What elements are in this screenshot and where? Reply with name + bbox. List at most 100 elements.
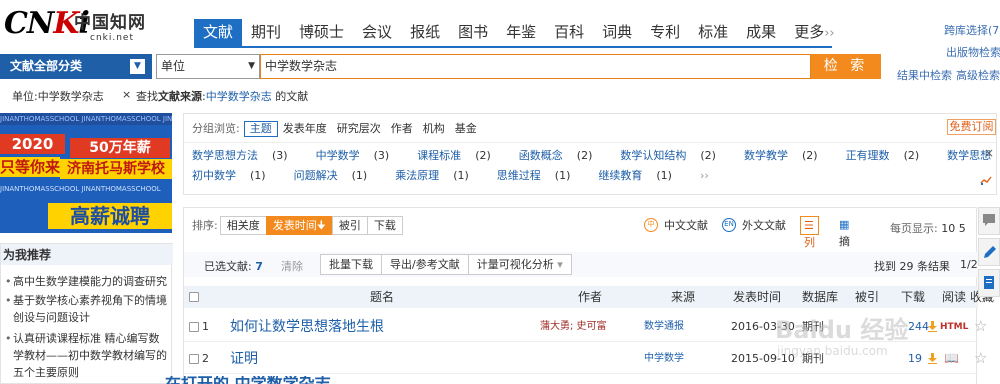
row-number: 1 [202, 320, 209, 333]
recommend-item[interactable]: 认真研读课程标准 精心编写数学教材——初中数学教材编写的五个主要原则 [5, 330, 169, 381]
row-source[interactable]: 数学通报 [644, 312, 684, 342]
batch-download-button[interactable]: 批量下载 [320, 254, 382, 275]
group-tab-author[interactable]: 作者 [386, 121, 418, 137]
book-read-icon[interactable]: 📖 [944, 351, 959, 365]
topic-tag-count: (1) [453, 169, 469, 182]
tab-underline [194, 46, 832, 48]
chinese-literature-link[interactable]: 中文文献 [664, 216, 708, 235]
topic-tag-count: (2) [700, 149, 716, 162]
sort-relevance[interactable]: 相关度 [219, 216, 266, 235]
tab-yearbook[interactable]: 年鉴 [497, 19, 545, 46]
header-cited[interactable]: 被引 [855, 286, 879, 308]
watermark-big: Baidu 经验 [775, 316, 909, 344]
topic-tag[interactable]: 数学认知结构 (2) [620, 147, 730, 163]
topic-tag-count: (2) [576, 149, 593, 162]
group-tab-level[interactable]: 研究层次 [332, 121, 386, 137]
tab-more[interactable]: 更多›› [785, 19, 843, 46]
cnki-logo[interactable]: CNKi 中国知网 cnki.net [4, 6, 164, 46]
recommend-item[interactable]: 基于数学核心素养视角下的情境创设与问题设计 [5, 292, 169, 326]
chinese-icon: 中 [644, 218, 658, 232]
per-page-10[interactable]: 10 [941, 222, 955, 235]
topic-tag[interactable]: 数学教学 (2) [744, 147, 832, 163]
topic-tag[interactable]: 思维过程 (1) [497, 167, 585, 183]
category-button[interactable]: 文献全部分类 ▼ [0, 54, 152, 79]
export-button[interactable]: 导出/参考文献 [381, 254, 469, 275]
topic-tag[interactable]: 问题解决 (1) [294, 167, 382, 183]
group-tab-fund[interactable]: 基金 [450, 121, 482, 137]
pen-icon [984, 246, 996, 258]
group-tab-institution[interactable]: 机构 [418, 121, 450, 137]
recommend-item[interactable]: 高中生数学建模能力的调查研究 [5, 273, 169, 290]
topic-tag[interactable]: 初中数学 (1) [192, 167, 280, 183]
foreign-literature-link[interactable]: 外文文献 [742, 216, 786, 235]
group-tab-year[interactable]: 发表年度 [278, 121, 332, 137]
ad-banner[interactable]: JINANTHOMASSCHOOL JINANTHOMASSCHOOL JINA… [0, 113, 172, 233]
select-all-checkbox[interactable] [189, 292, 199, 302]
find-magazine[interactable]: 中学数学杂志 [206, 90, 272, 103]
pub-search-link[interactable]: 出版物检索 [946, 44, 1000, 60]
tab-literature[interactable]: 文献 [194, 19, 243, 46]
visualization-button[interactable]: 计量可视化分析 ▾ [467, 254, 572, 275]
tab-conference[interactable]: 会议 [353, 19, 401, 46]
chart-icon[interactable] [980, 175, 992, 185]
topic-tag[interactable]: 中学数学 (3) [316, 147, 404, 163]
topic-tag[interactable]: 数学思想方法 (3) [192, 147, 302, 163]
topic-tag[interactable]: 乘法原理 (1) [395, 167, 483, 183]
topic-tag[interactable]: 正有理数 (2) [846, 147, 934, 163]
more-tags-icon[interactable]: ›› [700, 169, 709, 182]
sort-date[interactable]: 发表时间🠋 [265, 216, 332, 235]
row-author[interactable]: 蒲大勇; 史可富 [540, 312, 607, 342]
header-downloads[interactable]: 下载 [901, 286, 925, 308]
note-button[interactable] [978, 238, 1000, 266]
search-input[interactable]: 中学数学杂志 [260, 54, 811, 79]
sort-download[interactable]: 下载 [366, 216, 403, 235]
close-icon[interactable]: × [984, 146, 994, 160]
feedback-button[interactable] [978, 207, 1000, 235]
unit-close-icon[interactable]: × [122, 88, 131, 101]
abstract-view-button[interactable]: ▦摘要 [836, 216, 853, 265]
topic-tag[interactable]: 函数概念 (2) [519, 147, 607, 163]
star-icon[interactable]: ☆ [974, 317, 987, 335]
search-info: 单位:中学数学杂志 × 查找文献来源:中学数学杂志 的文献 [0, 88, 560, 103]
row-title-link[interactable]: 证明 [230, 344, 258, 374]
sort-cited[interactable]: 被引 [331, 216, 367, 235]
tab-dictionary[interactable]: 词典 [593, 19, 641, 46]
search-button[interactable]: 检 索 [811, 54, 881, 79]
selected-label-text: 已选文献: [204, 260, 252, 273]
star-icon[interactable]: ☆ [974, 349, 987, 367]
tab-newspaper[interactable]: 报纸 [401, 19, 449, 46]
topic-tag[interactable]: 课程标准 (2) [417, 147, 505, 163]
per-page-50[interactable]: 5 [959, 222, 966, 235]
tab-patent[interactable]: 专利 [641, 19, 689, 46]
tab-standard[interactable]: 标准 [689, 19, 737, 46]
tab-journal[interactable]: 期刊 [242, 19, 290, 46]
advanced-search-link[interactable]: 高级检索 [956, 67, 1000, 83]
chevron-right-icon: ›› [824, 26, 835, 41]
topic-tag[interactable]: 继续教育 (1) [598, 167, 686, 183]
header-date[interactable]: 发表时间 [733, 286, 781, 308]
search-field-select[interactable]: 单位 ▼ [156, 54, 260, 79]
row-checkbox[interactable] [189, 354, 199, 364]
tab-more-label: 更多 [794, 23, 825, 41]
found-suffix: 条结果 [917, 260, 950, 273]
row-title-link[interactable]: 如何让数学思想落地生根 [230, 312, 384, 342]
tab-encyclopedia[interactable]: 百科 [545, 19, 593, 46]
list-view-button[interactable]: ☰列表 [800, 216, 819, 266]
group-tab-topic[interactable]: 主题 [243, 121, 278, 137]
tab-thesis[interactable]: 博硕士 [290, 19, 353, 46]
topic-tag-count: (2) [475, 149, 491, 162]
row-checkbox[interactable] [189, 322, 199, 332]
topic-tag-name: 乘法原理 [395, 169, 440, 182]
row-source[interactable]: 中学数学 [644, 344, 684, 374]
cross-db-link[interactable]: 跨库选择(7) [944, 22, 1000, 38]
topic-tag-count: (1) [554, 169, 571, 182]
topic-tag-count: (2) [801, 149, 818, 162]
free-subscribe-button[interactable]: 免费订阅 [947, 119, 996, 135]
header-title[interactable]: 题名 [370, 286, 394, 308]
ad-strip: JINANTHOMASSCHOOL JINANTHOMASSCHOOL JINA… [0, 113, 172, 125]
tab-achievement[interactable]: 成果 [737, 19, 785, 46]
clear-link[interactable]: 清除 [281, 258, 303, 274]
save-button[interactable] [978, 269, 1000, 297]
in-result-search-link[interactable]: 结果中检索 [897, 67, 952, 83]
tab-book[interactable]: 图书 [449, 19, 497, 46]
